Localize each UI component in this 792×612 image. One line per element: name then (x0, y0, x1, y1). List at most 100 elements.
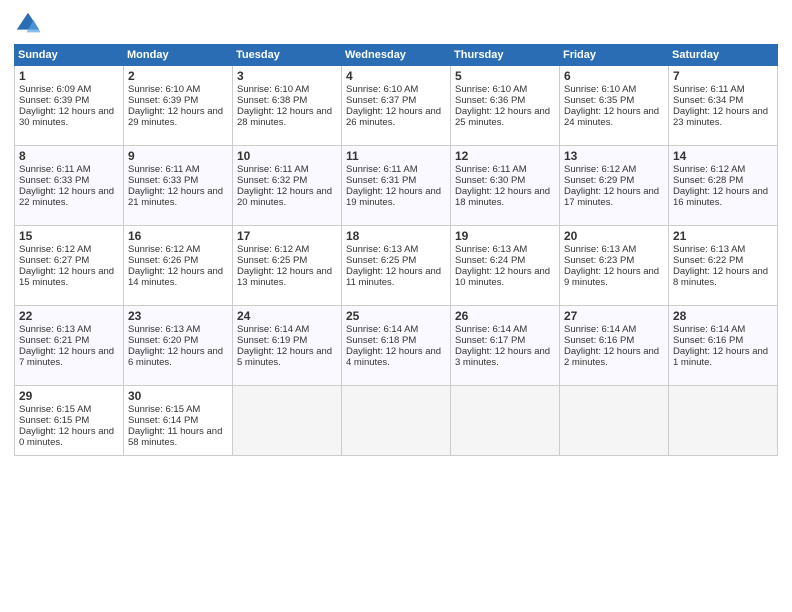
daylight-label: Daylight: 12 hours and 21 minutes. (128, 186, 223, 208)
daylight-label: Daylight: 12 hours and 13 minutes. (237, 266, 332, 288)
day-number: 3 (237, 69, 337, 83)
sunrise-label: Sunrise: 6:14 AM (673, 324, 745, 335)
day-number: 5 (455, 69, 555, 83)
sunset-label: Sunset: 6:16 PM (564, 335, 634, 346)
sunset-label: Sunset: 6:33 PM (19, 175, 89, 186)
daylight-label: Daylight: 12 hours and 23 minutes. (673, 106, 768, 128)
sunset-label: Sunset: 6:28 PM (673, 175, 743, 186)
col-header-wednesday: Wednesday (342, 45, 451, 66)
daylight-label: Daylight: 12 hours and 29 minutes. (128, 106, 223, 128)
col-header-thursday: Thursday (451, 45, 560, 66)
sunrise-label: Sunrise: 6:10 AM (455, 84, 527, 95)
calendar-cell: 6Sunrise: 6:10 AMSunset: 6:35 PMDaylight… (560, 66, 669, 146)
sunrise-label: Sunrise: 6:15 AM (128, 404, 200, 415)
sunrise-label: Sunrise: 6:12 AM (19, 244, 91, 255)
calendar-cell (233, 386, 342, 456)
daylight-label: Daylight: 12 hours and 17 minutes. (564, 186, 659, 208)
day-number: 22 (19, 309, 119, 323)
col-header-tuesday: Tuesday (233, 45, 342, 66)
sunset-label: Sunset: 6:35 PM (564, 95, 634, 106)
header (14, 10, 778, 38)
daylight-label: Daylight: 11 hours and 58 minutes. (128, 426, 222, 448)
day-number: 17 (237, 229, 337, 243)
sunrise-label: Sunrise: 6:09 AM (19, 84, 91, 95)
calendar-cell: 8Sunrise: 6:11 AMSunset: 6:33 PMDaylight… (15, 146, 124, 226)
sunset-label: Sunset: 6:29 PM (564, 175, 634, 186)
sunset-label: Sunset: 6:18 PM (346, 335, 416, 346)
sunrise-label: Sunrise: 6:14 AM (346, 324, 418, 335)
daylight-label: Daylight: 12 hours and 15 minutes. (19, 266, 114, 288)
daylight-label: Daylight: 12 hours and 30 minutes. (19, 106, 114, 128)
sunrise-label: Sunrise: 6:14 AM (564, 324, 636, 335)
calendar-week-row: 22Sunrise: 6:13 AMSunset: 6:21 PMDayligh… (15, 306, 778, 386)
sunset-label: Sunset: 6:17 PM (455, 335, 525, 346)
day-number: 16 (128, 229, 228, 243)
calendar-cell: 29Sunrise: 6:15 AMSunset: 6:15 PMDayligh… (15, 386, 124, 456)
sunset-label: Sunset: 6:32 PM (237, 175, 307, 186)
sunset-label: Sunset: 6:37 PM (346, 95, 416, 106)
day-number: 23 (128, 309, 228, 323)
calendar-cell (451, 386, 560, 456)
day-number: 2 (128, 69, 228, 83)
day-number: 28 (673, 309, 773, 323)
day-number: 29 (19, 389, 119, 403)
day-number: 6 (564, 69, 664, 83)
daylight-label: Daylight: 12 hours and 10 minutes. (455, 266, 550, 288)
day-number: 24 (237, 309, 337, 323)
day-number: 12 (455, 149, 555, 163)
sunrise-label: Sunrise: 6:14 AM (237, 324, 309, 335)
calendar-cell: 27Sunrise: 6:14 AMSunset: 6:16 PMDayligh… (560, 306, 669, 386)
calendar-cell: 20Sunrise: 6:13 AMSunset: 6:23 PMDayligh… (560, 226, 669, 306)
day-number: 4 (346, 69, 446, 83)
day-number: 11 (346, 149, 446, 163)
day-number: 9 (128, 149, 228, 163)
sunrise-label: Sunrise: 6:12 AM (237, 244, 309, 255)
calendar-cell: 22Sunrise: 6:13 AMSunset: 6:21 PMDayligh… (15, 306, 124, 386)
calendar-cell: 21Sunrise: 6:13 AMSunset: 6:22 PMDayligh… (669, 226, 778, 306)
day-number: 27 (564, 309, 664, 323)
sunrise-label: Sunrise: 6:13 AM (346, 244, 418, 255)
calendar-cell: 17Sunrise: 6:12 AMSunset: 6:25 PMDayligh… (233, 226, 342, 306)
sunset-label: Sunset: 6:20 PM (128, 335, 198, 346)
sunset-label: Sunset: 6:22 PM (673, 255, 743, 266)
day-number: 25 (346, 309, 446, 323)
daylight-label: Daylight: 12 hours and 9 minutes. (564, 266, 659, 288)
daylight-label: Daylight: 12 hours and 7 minutes. (19, 346, 114, 368)
calendar-cell: 3Sunrise: 6:10 AMSunset: 6:38 PMDaylight… (233, 66, 342, 146)
sunrise-label: Sunrise: 6:13 AM (455, 244, 527, 255)
sunset-label: Sunset: 6:30 PM (455, 175, 525, 186)
daylight-label: Daylight: 12 hours and 0 minutes. (19, 426, 114, 448)
sunset-label: Sunset: 6:31 PM (346, 175, 416, 186)
sunset-label: Sunset: 6:25 PM (237, 255, 307, 266)
sunset-label: Sunset: 6:25 PM (346, 255, 416, 266)
day-number: 15 (19, 229, 119, 243)
daylight-label: Daylight: 12 hours and 1 minute. (673, 346, 768, 368)
calendar-header-row: SundayMondayTuesdayWednesdayThursdayFrid… (15, 45, 778, 66)
calendar: SundayMondayTuesdayWednesdayThursdayFrid… (14, 44, 778, 456)
page: SundayMondayTuesdayWednesdayThursdayFrid… (0, 0, 792, 612)
calendar-cell: 26Sunrise: 6:14 AMSunset: 6:17 PMDayligh… (451, 306, 560, 386)
sunrise-label: Sunrise: 6:12 AM (673, 164, 745, 175)
daylight-label: Daylight: 12 hours and 19 minutes. (346, 186, 441, 208)
sunset-label: Sunset: 6:39 PM (19, 95, 89, 106)
sunrise-label: Sunrise: 6:11 AM (455, 164, 527, 175)
sunrise-label: Sunrise: 6:10 AM (237, 84, 309, 95)
calendar-cell: 14Sunrise: 6:12 AMSunset: 6:28 PMDayligh… (669, 146, 778, 226)
daylight-label: Daylight: 12 hours and 5 minutes. (237, 346, 332, 368)
logo-icon (14, 10, 42, 38)
calendar-cell: 25Sunrise: 6:14 AMSunset: 6:18 PMDayligh… (342, 306, 451, 386)
calendar-cell: 9Sunrise: 6:11 AMSunset: 6:33 PMDaylight… (124, 146, 233, 226)
sunrise-label: Sunrise: 6:12 AM (128, 244, 200, 255)
daylight-label: Daylight: 12 hours and 2 minutes. (564, 346, 659, 368)
sunrise-label: Sunrise: 6:10 AM (564, 84, 636, 95)
daylight-label: Daylight: 12 hours and 25 minutes. (455, 106, 550, 128)
calendar-cell: 19Sunrise: 6:13 AMSunset: 6:24 PMDayligh… (451, 226, 560, 306)
daylight-label: Daylight: 12 hours and 3 minutes. (455, 346, 550, 368)
calendar-week-row: 15Sunrise: 6:12 AMSunset: 6:27 PMDayligh… (15, 226, 778, 306)
daylight-label: Daylight: 12 hours and 26 minutes. (346, 106, 441, 128)
calendar-cell: 30Sunrise: 6:15 AMSunset: 6:14 PMDayligh… (124, 386, 233, 456)
daylight-label: Daylight: 12 hours and 8 minutes. (673, 266, 768, 288)
sunrise-label: Sunrise: 6:11 AM (19, 164, 91, 175)
day-number: 20 (564, 229, 664, 243)
calendar-cell: 12Sunrise: 6:11 AMSunset: 6:30 PMDayligh… (451, 146, 560, 226)
